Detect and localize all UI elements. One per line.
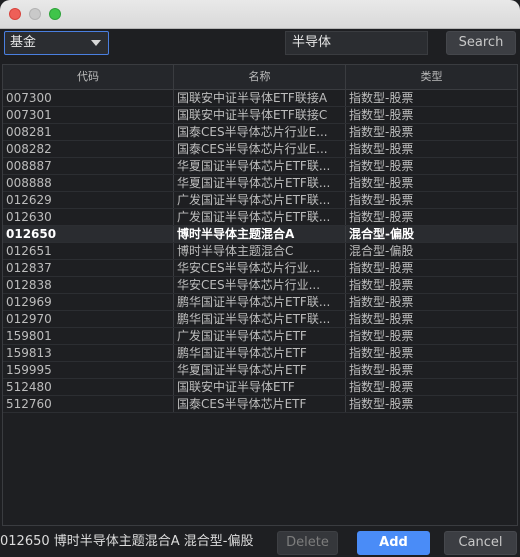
cell-code: 012969	[3, 294, 174, 310]
table-row[interactable]: 012838 华安CES半导体芯片行业... 指数型-股票	[3, 277, 517, 294]
table-body: 007300 国联安中证半导体ETF联接A 指数型-股票 007301 国联安中证半导体…	[3, 90, 517, 413]
cell-type: 指数型-股票	[349, 346, 414, 360]
cell-type: 指数型-股票	[349, 176, 414, 190]
table-row[interactable]: 012837 华安CES半导体芯片行业... 指数型-股票	[3, 260, 517, 277]
cell-code: 008281	[3, 124, 174, 140]
add-button[interactable]: Add	[357, 531, 430, 555]
cell-type: 指数型-股票	[349, 261, 414, 275]
cancel-button[interactable]: Cancel	[444, 531, 517, 555]
cell-type: 指数型-股票	[349, 278, 414, 292]
cell-code: 012650	[3, 226, 174, 242]
cell-type: 指数型-股票	[349, 363, 414, 377]
table-row[interactable]: 512760 国泰CES半导体芯片ETF 指数型-股票	[3, 396, 517, 413]
results-table[interactable]: 代码 名称 类型 007300 国联安中证半导体ETF联接A 指数型-股票 00730…	[2, 64, 518, 526]
delete-button[interactable]: Delete	[277, 531, 338, 555]
minimize-window-button[interactable]	[29, 8, 41, 20]
cell-name: 广发国证半导体芯片ETF联...	[174, 209, 346, 225]
cell-type: 指数型-股票	[349, 91, 414, 105]
column-header-type[interactable]: 类型	[346, 65, 517, 89]
cell-name: 博时半导体主题混合C	[174, 243, 346, 259]
cell-code: 159813	[3, 345, 174, 361]
cell-name: 华安CES半导体芯片行业...	[174, 260, 346, 276]
category-select[interactable]: 基金	[4, 31, 109, 55]
cell-name: 鹏华国证半导体芯片ETF联...	[174, 311, 346, 327]
cell-name: 国泰CES半导体芯片ETF	[174, 396, 346, 412]
cell-code: 012837	[3, 260, 174, 276]
cell-code: 159801	[3, 328, 174, 344]
cell-type: 指数型-股票	[349, 397, 414, 411]
cell-name: 鹏华国证半导体芯片ETF	[174, 345, 346, 361]
zoom-window-button[interactable]	[49, 8, 61, 20]
cell-type: 指数型-股票	[349, 329, 414, 343]
cell-code: 159995	[3, 362, 174, 378]
table-row[interactable]: 008282 国泰CES半导体芯片行业E... 指数型-股票	[3, 141, 517, 158]
chevron-down-icon	[91, 40, 101, 46]
cell-name: 华夏国证半导体芯片ETF	[174, 362, 346, 378]
window-titlebar	[0, 0, 520, 29]
search-button[interactable]: Search	[446, 31, 516, 55]
cell-code: 012838	[3, 277, 174, 293]
cell-code: 007300	[3, 90, 174, 106]
cell-name: 国联安中证半导体ETF联接A	[174, 90, 346, 106]
table-row[interactable]: 159813 鹏华国证半导体芯片ETF 指数型-股票	[3, 345, 517, 362]
cell-type: 指数型-股票	[349, 380, 414, 394]
cell-type: 混合型-偏股	[349, 227, 414, 241]
cell-type: 指数型-股票	[349, 159, 414, 173]
cell-type: 指数型-股票	[349, 125, 414, 139]
cell-code: 008888	[3, 175, 174, 191]
table-row[interactable]: 012969 鹏华国证半导体芯片ETF联... 指数型-股票	[3, 294, 517, 311]
cell-code: 512480	[3, 379, 174, 395]
table-row[interactable]: 008888 华夏国证半导体芯片ETF联... 指数型-股票	[3, 175, 517, 192]
cell-code: 007301	[3, 107, 174, 123]
cell-code: 008887	[3, 158, 174, 174]
cell-name: 华安CES半导体芯片行业...	[174, 277, 346, 293]
cell-code: 012630	[3, 209, 174, 225]
cell-type: 指数型-股票	[349, 142, 414, 156]
search-input[interactable]: 半导体	[285, 31, 428, 55]
cell-name: 华夏国证半导体芯片ETF联...	[174, 175, 346, 191]
cell-code: 008282	[3, 141, 174, 157]
table-row[interactable]: 159995 华夏国证半导体芯片ETF 指数型-股票	[3, 362, 517, 379]
category-select-value: 基金	[10, 35, 37, 50]
cell-name: 广发国证半导体芯片ETF	[174, 328, 346, 344]
cell-name: 国泰CES半导体芯片行业E...	[174, 124, 346, 140]
cell-code: 512760	[3, 396, 174, 412]
table-row[interactable]: 159801 广发国证半导体芯片ETF 指数型-股票	[3, 328, 517, 345]
cell-type: 指数型-股票	[349, 108, 414, 122]
selection-status: 012650 博时半导体主题混合A 混合型-偏股	[0, 534, 254, 549]
table-row[interactable]: 012651 博时半导体主题混合C 混合型-偏股	[3, 243, 517, 260]
table-header: 代码 名称 类型	[3, 65, 517, 90]
cell-name: 博时半导体主题混合A	[174, 226, 346, 242]
cell-name: 鹏华国证半导体芯片ETF联...	[174, 294, 346, 310]
table-row[interactable]: 512480 国联安中证半导体ETF 指数型-股票	[3, 379, 517, 396]
cell-type: 指数型-股票	[349, 193, 414, 207]
table-row[interactable]: 008281 国泰CES半导体芯片行业E... 指数型-股票	[3, 124, 517, 141]
cell-type: 指数型-股票	[349, 295, 414, 309]
table-row[interactable]: 012970 鹏华国证半导体芯片ETF联... 指数型-股票	[3, 311, 517, 328]
table-row[interactable]: 012650 博时半导体主题混合A 混合型-偏股	[3, 226, 517, 243]
cell-code: 012629	[3, 192, 174, 208]
table-row[interactable]: 007300 国联安中证半导体ETF联接A 指数型-股票	[3, 90, 517, 107]
cell-type: 指数型-股票	[349, 312, 414, 326]
cell-name: 国泰CES半导体芯片行业E...	[174, 141, 346, 157]
table-row[interactable]: 012629 广发国证半导体芯片ETF联... 指数型-股票	[3, 192, 517, 209]
cell-code: 012651	[3, 243, 174, 259]
cell-name: 华夏国证半导体芯片ETF联...	[174, 158, 346, 174]
column-header-code[interactable]: 代码	[3, 65, 174, 89]
cell-name: 国联安中证半导体ETF	[174, 379, 346, 395]
table-row[interactable]: 007301 国联安中证半导体ETF联接C 指数型-股票	[3, 107, 517, 124]
column-header-name[interactable]: 名称	[174, 65, 346, 89]
cell-name: 国联安中证半导体ETF联接C	[174, 107, 346, 123]
cell-type: 指数型-股票	[349, 210, 414, 224]
cell-name: 广发国证半导体芯片ETF联...	[174, 192, 346, 208]
close-window-button[interactable]	[9, 8, 21, 20]
cell-type: 混合型-偏股	[349, 244, 414, 258]
table-row[interactable]: 008887 华夏国证半导体芯片ETF联... 指数型-股票	[3, 158, 517, 175]
search-input-value: 半导体	[292, 35, 332, 50]
table-row[interactable]: 012630 广发国证半导体芯片ETF联... 指数型-股票	[3, 209, 517, 226]
cell-code: 012970	[3, 311, 174, 327]
